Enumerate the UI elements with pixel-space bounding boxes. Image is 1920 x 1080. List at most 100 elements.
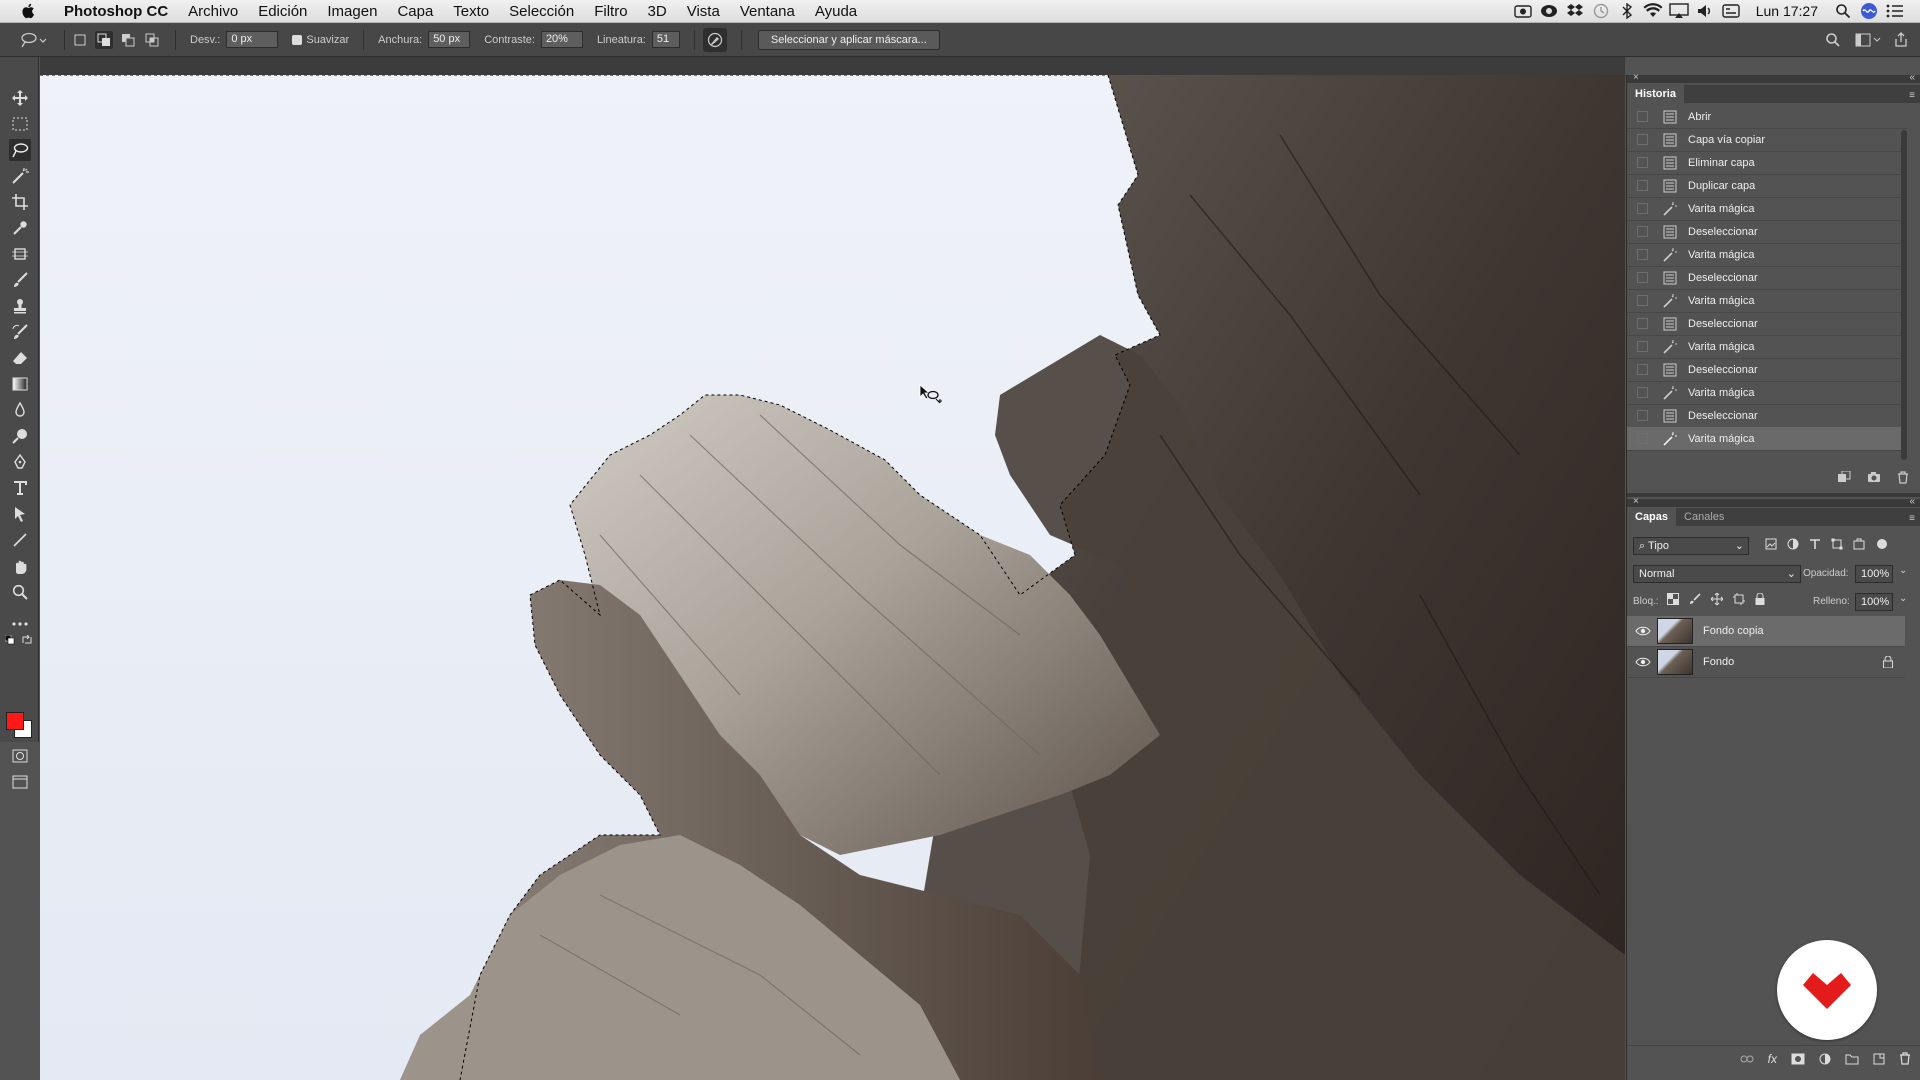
layer-filter-select[interactable]: ⌕ Tipo ⌄ xyxy=(1633,537,1749,555)
select-and-mask-button[interactable]: Seleccionar y aplicar máscara... xyxy=(757,29,940,50)
new-selection-button[interactable] xyxy=(71,31,89,49)
menu-vista[interactable]: Vista xyxy=(677,3,730,20)
history-item[interactable]: Abrir xyxy=(1627,105,1907,129)
new-group-icon[interactable] xyxy=(1845,1053,1859,1065)
history-brush-source-checkbox[interactable] xyxy=(1637,203,1648,214)
lock-artboard-icon[interactable] xyxy=(1733,593,1745,605)
history-brush-source-checkbox[interactable] xyxy=(1637,226,1648,237)
notification-center-icon[interactable] xyxy=(1882,0,1908,22)
camera-icon[interactable] xyxy=(1867,471,1881,483)
gradient-tool[interactable] xyxy=(9,373,31,395)
eraser-tool[interactable] xyxy=(9,347,31,369)
layer-row-fondo[interactable]: Fondo xyxy=(1627,647,1905,678)
history-brush-source-checkbox[interactable] xyxy=(1637,272,1648,283)
tab-channels[interactable]: Canales xyxy=(1676,508,1732,526)
eyedropper-tool[interactable] xyxy=(9,217,31,239)
document-canvas[interactable] xyxy=(40,75,1625,1080)
tab-history[interactable]: Historia xyxy=(1627,85,1684,103)
antialias-checkbox[interactable] xyxy=(292,34,303,45)
dodge-tool[interactable] xyxy=(9,425,31,447)
history-item[interactable]: Deseleccionar xyxy=(1627,266,1907,290)
dropbox-icon[interactable] xyxy=(1562,0,1588,22)
lock-transparent-icon[interactable] xyxy=(1667,593,1679,605)
crop-tool[interactable] xyxy=(9,191,31,213)
marquee-tool[interactable] xyxy=(9,113,31,135)
subtract-from-selection-button[interactable] xyxy=(119,31,137,49)
edit-toolbar-button[interactable] xyxy=(9,613,31,635)
close-panel-icon[interactable]: × xyxy=(1633,496,1639,507)
width-input[interactable]: 50 px xyxy=(428,31,471,48)
history-brush-source-checkbox[interactable] xyxy=(1637,134,1648,145)
lock-all-icon[interactable] xyxy=(1755,593,1765,605)
history-item[interactable]: Varita mágica xyxy=(1627,197,1907,221)
pen-pressure-button[interactable] xyxy=(702,27,727,52)
new-document-from-state-icon[interactable] xyxy=(1837,471,1851,483)
siri-icon[interactable] xyxy=(1856,0,1882,22)
move-tool[interactable] xyxy=(9,87,31,109)
shape-filter-icon[interactable] xyxy=(1831,538,1843,550)
wifi-icon[interactable] xyxy=(1640,0,1666,22)
foreground-color-swatch[interactable] xyxy=(6,712,24,730)
app-menu[interactable]: Photoshop CC xyxy=(54,3,178,20)
fx-icon[interactable]: fx xyxy=(1768,1052,1777,1066)
menu-seleccion[interactable]: Selección xyxy=(499,3,584,20)
history-item[interactable]: Eliminar capa xyxy=(1627,151,1907,175)
history-brush-source-checkbox[interactable] xyxy=(1637,387,1648,398)
history-scrollbar[interactable] xyxy=(1901,130,1907,460)
feather-input[interactable]: 0 px xyxy=(226,31,279,48)
close-panel-icon[interactable]: × xyxy=(1633,72,1639,83)
tab-layers[interactable]: Capas xyxy=(1627,508,1677,526)
new-layer-icon[interactable] xyxy=(1873,1053,1885,1065)
eye-icon[interactable] xyxy=(1635,657,1651,667)
magic-wand-tool[interactable] xyxy=(9,165,31,187)
path-selection-tool[interactable] xyxy=(9,503,31,525)
default-colors-icon[interactable] xyxy=(5,635,15,645)
filter-toggle-icon[interactable] xyxy=(1875,537,1889,551)
layer-name[interactable]: Fondo xyxy=(1703,656,1734,668)
menu-edicion[interactable]: Edición xyxy=(248,3,317,20)
frequency-input[interactable]: 51 xyxy=(651,31,680,48)
zoom-tool[interactable] xyxy=(9,581,31,603)
history-item[interactable]: Capa vía copiar xyxy=(1627,128,1907,152)
tool-preset-picker[interactable] xyxy=(16,31,50,49)
layer-name[interactable]: Fondo copia xyxy=(1703,625,1764,637)
history-brush-source-checkbox[interactable] xyxy=(1637,249,1648,260)
history-item-selected[interactable]: Varita mágica xyxy=(1627,427,1907,451)
intersect-selection-button[interactable] xyxy=(143,31,161,49)
new-adjustment-icon[interactable] xyxy=(1819,1053,1831,1065)
type-filter-icon[interactable] xyxy=(1809,538,1821,550)
layer-row-fondo-copia[interactable]: Fondo copia xyxy=(1627,616,1905,647)
contrast-input[interactable]: 20% xyxy=(540,31,583,48)
stamp-tool[interactable] xyxy=(9,295,31,317)
lock-move-icon[interactable] xyxy=(1711,593,1723,605)
hand-tool[interactable] xyxy=(9,555,31,577)
add-mask-icon[interactable] xyxy=(1791,1053,1805,1065)
menu-archivo[interactable]: Archivo xyxy=(178,3,248,20)
history-item[interactable]: Varita mágica xyxy=(1627,289,1907,313)
history-brush-source-checkbox[interactable] xyxy=(1637,318,1648,329)
add-to-selection-button[interactable] xyxy=(95,30,113,49)
input-source-icon[interactable] xyxy=(1718,0,1744,22)
swap-colors-icon[interactable] xyxy=(22,635,32,645)
blend-mode-select[interactable]: Normal ⌄ xyxy=(1633,565,1801,583)
history-brush-source-checkbox[interactable] xyxy=(1637,341,1648,352)
screen-mode-button[interactable] xyxy=(9,771,31,793)
bluetooth-icon[interactable] xyxy=(1614,0,1640,22)
quick-mask-button[interactable] xyxy=(9,745,31,767)
trash-icon[interactable] xyxy=(1899,1052,1911,1065)
history-item[interactable]: Duplicar capa xyxy=(1627,174,1907,198)
menu-texto[interactable]: Texto xyxy=(443,3,499,20)
menu-3d[interactable]: 3D xyxy=(638,3,677,20)
airplay-icon[interactable] xyxy=(1666,0,1692,22)
line-tool[interactable] xyxy=(9,529,31,551)
history-brush-source-checkbox[interactable] xyxy=(1637,410,1648,421)
fill-input[interactable]: 100% xyxy=(1855,593,1893,611)
history-brush-source-checkbox[interactable] xyxy=(1637,364,1648,375)
collapse-panel-icon[interactable]: « xyxy=(1909,72,1915,83)
history-item[interactable]: Deseleccionar xyxy=(1627,358,1907,382)
type-tool[interactable] xyxy=(9,477,31,499)
history-brush-source-checkbox[interactable] xyxy=(1637,295,1648,306)
workspace-switcher-icon[interactable] xyxy=(1854,31,1882,49)
chevron-down-icon[interactable]: ⌄ xyxy=(1899,565,1907,576)
adjustment-filter-icon[interactable] xyxy=(1787,538,1799,550)
